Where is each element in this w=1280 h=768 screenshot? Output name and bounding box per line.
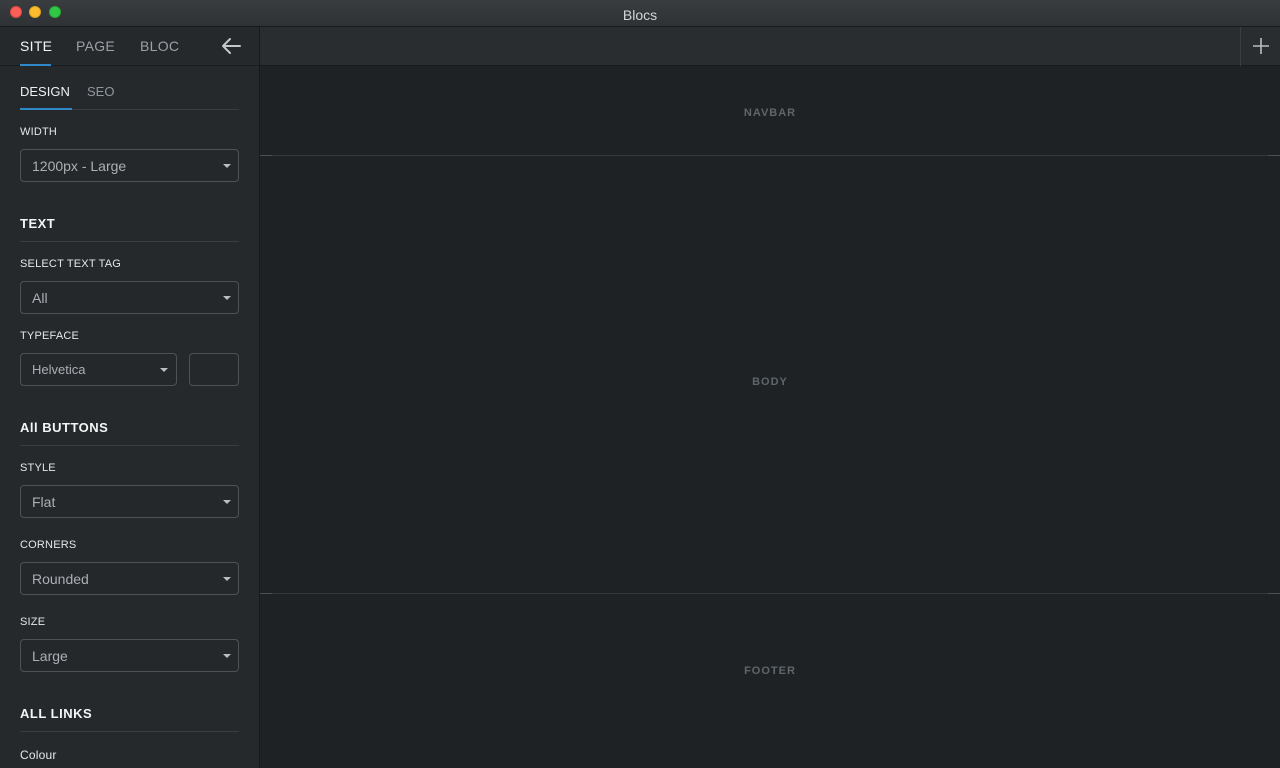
active-tab-indicator xyxy=(20,64,51,66)
design-seo-tabs: DESIGN SEO xyxy=(20,82,239,110)
section-divider xyxy=(20,241,239,242)
sidebar: SITE PAGE BLOC DESIGN SEO WIDTH 1200px -… xyxy=(0,27,260,768)
button-corners-value: Rounded xyxy=(32,571,89,587)
navbar-label: NAVBAR xyxy=(743,107,797,119)
width-select-value: 1200px - Large xyxy=(32,158,127,174)
active-subtab-indicator xyxy=(20,108,72,110)
size-label: SIZE xyxy=(20,616,46,628)
typeface-colour-swatch[interactable] xyxy=(189,353,239,386)
tab-bloc[interactable]: BLOC xyxy=(140,38,179,54)
tab-site[interactable]: SITE xyxy=(20,38,52,54)
button-style-select[interactable]: Flat xyxy=(20,485,239,518)
chevron-down-icon xyxy=(160,368,168,372)
subtab-seo[interactable]: SEO xyxy=(87,84,114,99)
body-label: BODY xyxy=(752,376,788,388)
body-region[interactable]: BODY xyxy=(260,156,1280,593)
typeface-label: TYPEFACE xyxy=(20,330,80,342)
colour-label: Colour xyxy=(20,748,57,762)
window-title: Blocs xyxy=(622,7,658,23)
window-titlebar: Blocs xyxy=(0,0,1280,27)
chevron-down-icon xyxy=(223,577,231,581)
button-corners-select[interactable]: Rounded xyxy=(20,562,239,595)
corners-label: CORNERS xyxy=(20,539,77,551)
text-section-heading: TEXT xyxy=(20,216,56,231)
subtab-design[interactable]: DESIGN xyxy=(20,84,70,99)
add-bloc-button[interactable] xyxy=(1240,27,1280,66)
button-style-value: Flat xyxy=(32,494,56,510)
plus-icon xyxy=(1253,38,1269,54)
select-text-tag-label: SELECT TEXT TAG xyxy=(20,258,122,270)
canvas-toolbar xyxy=(260,27,1280,66)
section-divider xyxy=(20,445,239,446)
footer-region[interactable]: FOOTER xyxy=(260,594,1280,768)
text-tag-select-value: All xyxy=(32,290,48,306)
tab-page[interactable]: PAGE xyxy=(76,38,115,54)
chevron-down-icon xyxy=(223,654,231,658)
typeface-select[interactable]: Helvetica xyxy=(20,353,177,386)
width-select[interactable]: 1200px - Large xyxy=(20,149,239,182)
chevron-down-icon xyxy=(223,500,231,504)
button-size-value: Large xyxy=(32,648,68,664)
chevron-down-icon xyxy=(223,164,231,168)
links-section-heading: ALL LINKS xyxy=(20,706,93,721)
page-canvas: NAVBAR BODY FOOTER xyxy=(260,27,1280,768)
button-size-select[interactable]: Large xyxy=(20,639,239,672)
buttons-section-heading: All BUTTONS xyxy=(20,420,109,435)
sidebar-tabs: SITE PAGE BLOC xyxy=(0,27,259,66)
text-tag-select[interactable]: All xyxy=(20,281,239,314)
chevron-down-icon xyxy=(223,296,231,300)
back-arrow-icon[interactable] xyxy=(220,37,242,55)
footer-label: FOOTER xyxy=(744,665,796,677)
navbar-region[interactable]: NAVBAR xyxy=(260,67,1280,155)
width-label: WIDTH xyxy=(20,126,58,138)
section-divider xyxy=(20,731,239,732)
style-label: STYLE xyxy=(20,462,56,474)
typeface-select-value: Helvetica xyxy=(32,362,86,377)
